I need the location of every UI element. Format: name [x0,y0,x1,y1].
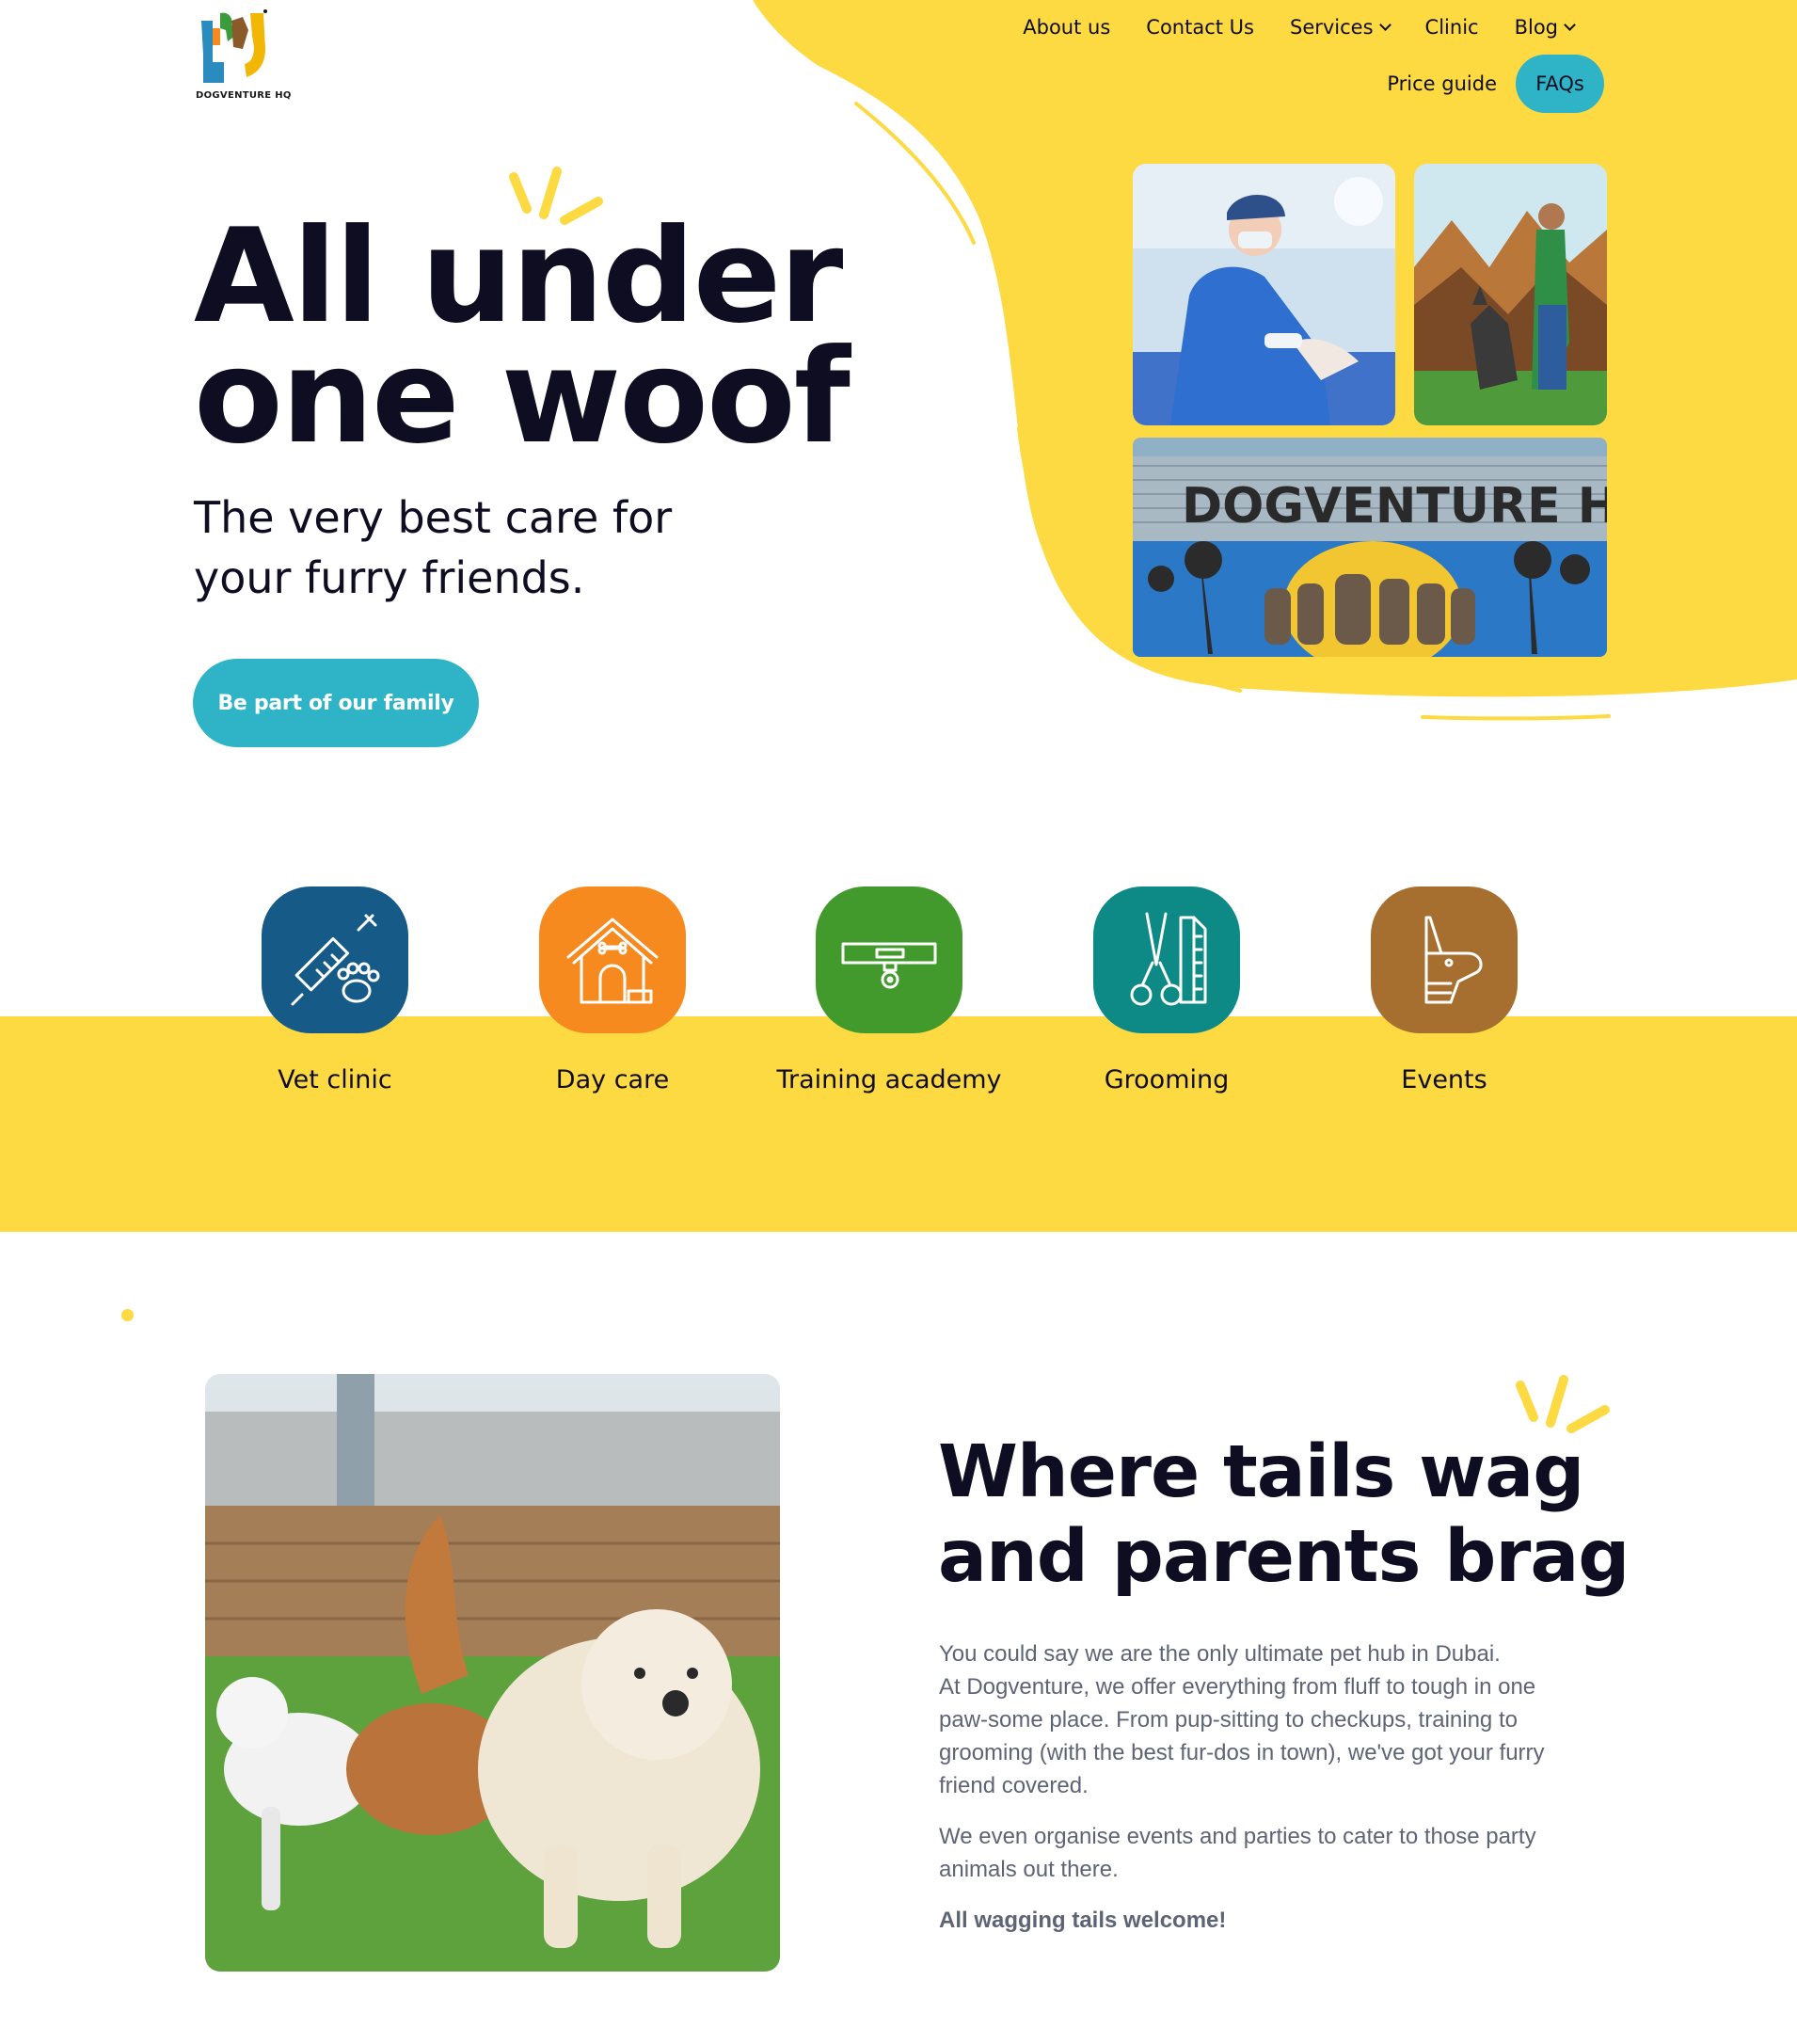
building-sign-text: DOGVENTURE HQ [1182,478,1607,535]
about-title-line1: Where tails wag [938,1430,1584,1514]
about-paragraph-1: You could say we are the only ultimate p… [939,1637,1588,1802]
dogs-playing-photo [205,1374,780,1972]
service-day-care[interactable]: Day care [490,886,735,1094]
service-grooming-label: Grooming [1104,1065,1230,1094]
dog-house-icon [539,886,686,1033]
service-grooming[interactable]: Grooming [1044,886,1289,1094]
service-training-academy[interactable]: Training academy [767,886,1011,1094]
hero-subtitle: The very best care for your furry friend… [194,487,721,608]
faqs-button[interactable]: FAQs [1516,55,1604,113]
chevron-down-icon [1378,19,1391,31]
join-family-button[interactable]: Be part of our family [193,659,479,747]
chevron-down-icon [1564,19,1576,31]
service-training-academy-label: Training academy [776,1065,1002,1094]
secondary-nav: Price guide FAQs [1387,55,1604,113]
nav-contact-us[interactable]: Contact Us [1146,16,1254,39]
about-paragraph-2: We even organise events and parties to c… [939,1824,1536,1882]
service-day-care-label: Day care [555,1065,670,1094]
about-paragraph-1-line1: You could say we are the only ultimate p… [939,1641,1501,1667]
nav-about-us[interactable]: About us [1023,16,1110,39]
hero-subtitle-line1: The very best care for [194,492,673,543]
service-vet-clinic-label: Vet clinic [278,1065,392,1094]
service-events[interactable]: Events [1322,886,1566,1094]
nav-price-guide[interactable]: Price guide [1387,72,1497,95]
hero-subtitle-line2: your furry friends. [194,552,585,603]
about-text: You could say we are the only ultimate p… [939,1637,1588,1955]
about-title: Where tails wag and parents brag [938,1430,1630,1600]
nav-price-guide-label: Price guide [1387,72,1497,95]
party-dog-icon [1371,886,1518,1033]
nav-about-us-label: About us [1023,16,1111,39]
nav-services-label: Services [1289,16,1374,39]
hero-title-line2: one woof [194,321,851,472]
logo-mark-icon [201,9,267,83]
hero-title: All under one woof [194,200,851,472]
about-paragraph-1-line2: At Dogventure, we offer everything from … [939,1674,1545,1798]
service-vet-clinic[interactable]: Vet clinic [213,886,457,1094]
nav-blog-label: Blog [1514,16,1558,39]
about-title-line2: and parents brag [938,1515,1630,1599]
nav-contact-us-label: Contact Us [1146,16,1254,39]
service-events-label: Events [1401,1065,1487,1094]
syringe-paw-icon [262,886,408,1033]
nav-clinic[interactable]: Clinic [1425,16,1479,39]
nav-blog[interactable]: Blog [1514,16,1576,39]
logo-text: DOGVENTURE HQ [196,90,292,101]
dog-training-photo [1414,164,1607,425]
nav-clinic-label: Clinic [1424,16,1479,39]
sparkle-icon [1516,1375,1610,1433]
building-photo: DOGVENTURE HQ [1133,438,1607,657]
main-nav: About us Contact Us Services Clinic Blog [1023,13,1576,41]
about-closing: All wagging tails welcome! [939,1908,1227,1933]
nav-services[interactable]: Services [1289,16,1391,39]
vet-surgery-photo [1133,164,1395,425]
dog-collar-icon [816,886,962,1033]
decorative-dot [121,1309,134,1321]
logo[interactable]: DOGVENTURE HQ [196,8,291,105]
hero-title-line1: All under [194,200,843,352]
scissors-comb-icon [1093,886,1240,1033]
